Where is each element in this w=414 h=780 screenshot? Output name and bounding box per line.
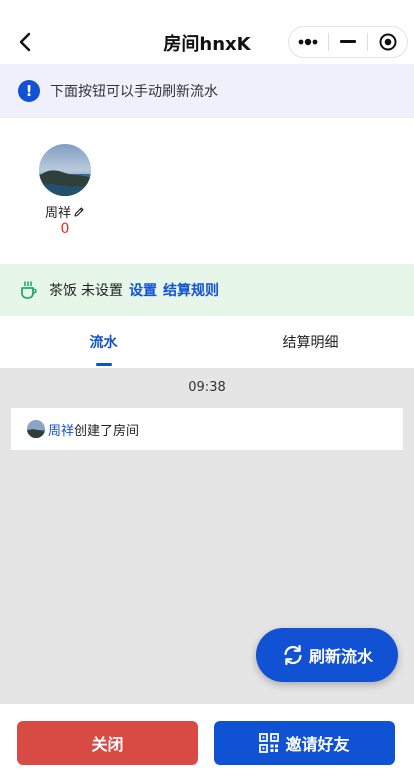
tea-status: 未设置	[81, 283, 123, 299]
more-dots-icon	[298, 38, 318, 46]
refresh-notice: ! 下面按钮可以手动刷新流水	[0, 64, 414, 118]
list-item: 周祥 创建了房间	[11, 408, 403, 450]
tab-flow[interactable]: 流水	[0, 316, 207, 368]
info-icon: !	[18, 80, 40, 102]
player-name-row: 周祥	[30, 202, 100, 221]
tea-set-link[interactable]: 设置	[129, 280, 157, 300]
tea-fee-bar: 茶饭 未设置 设置 结算规则	[0, 264, 414, 316]
refresh-icon	[284, 644, 302, 666]
tea-cup-icon	[21, 281, 37, 299]
invite-friends-button[interactable]: 邀请好友	[214, 721, 395, 765]
refresh-flow-button[interactable]: 刷新流水	[256, 628, 398, 682]
settlement-rules-link[interactable]: 结算规则	[163, 280, 219, 300]
player-name: 周祥	[44, 206, 71, 221]
player-card[interactable]: 周祥 0	[30, 144, 100, 237]
invite-friends-label: 邀请好友	[285, 735, 350, 754]
bottom-action-bar: 关闭 邀请好友	[0, 704, 414, 780]
qrcode-icon	[259, 733, 280, 753]
tab-flow-label: 流水	[89, 335, 118, 351]
tea-label: 茶饭	[49, 283, 77, 299]
feed-timestamp: 09:38	[188, 380, 226, 395]
tab-bar: 流水 结算明细	[0, 316, 414, 368]
minimize-icon	[340, 40, 356, 43]
flow-feed: 09:38 周祥 创建了房间 刷新流水	[0, 368, 414, 704]
close-room-button[interactable]: 关闭	[17, 721, 198, 765]
feed-action-text: 创建了房间	[74, 423, 140, 439]
minimize-button[interactable]	[329, 27, 368, 57]
target-close-icon	[379, 33, 397, 51]
close-capsule-button[interactable]	[368, 27, 407, 57]
nav-bar: 房间hnxK	[0, 0, 414, 64]
close-room-label: 关闭	[91, 735, 124, 754]
active-tab-indicator	[95, 363, 112, 366]
pencil-icon[interactable]	[73, 206, 85, 218]
more-button[interactable]	[289, 27, 328, 57]
player-score: 0	[60, 221, 70, 237]
refresh-flow-label: 刷新流水	[308, 647, 373, 666]
mini-program-capsule	[288, 26, 408, 58]
avatar	[39, 144, 91, 196]
avatar	[27, 420, 45, 438]
feed-user-name[interactable]: 周祥	[48, 420, 74, 439]
tab-settlement-detail-label: 结算明细	[282, 335, 339, 351]
room-page: 房间hnxK ! 下面按钮可以手动刷新流水 周祥 0 茶饭 未设置 设置 结算规…	[0, 0, 414, 780]
tab-settlement-detail[interactable]: 结算明细	[207, 316, 414, 368]
players-panel: 周祥 0	[0, 118, 414, 264]
notice-text: 下面按钮可以手动刷新流水	[50, 84, 218, 100]
